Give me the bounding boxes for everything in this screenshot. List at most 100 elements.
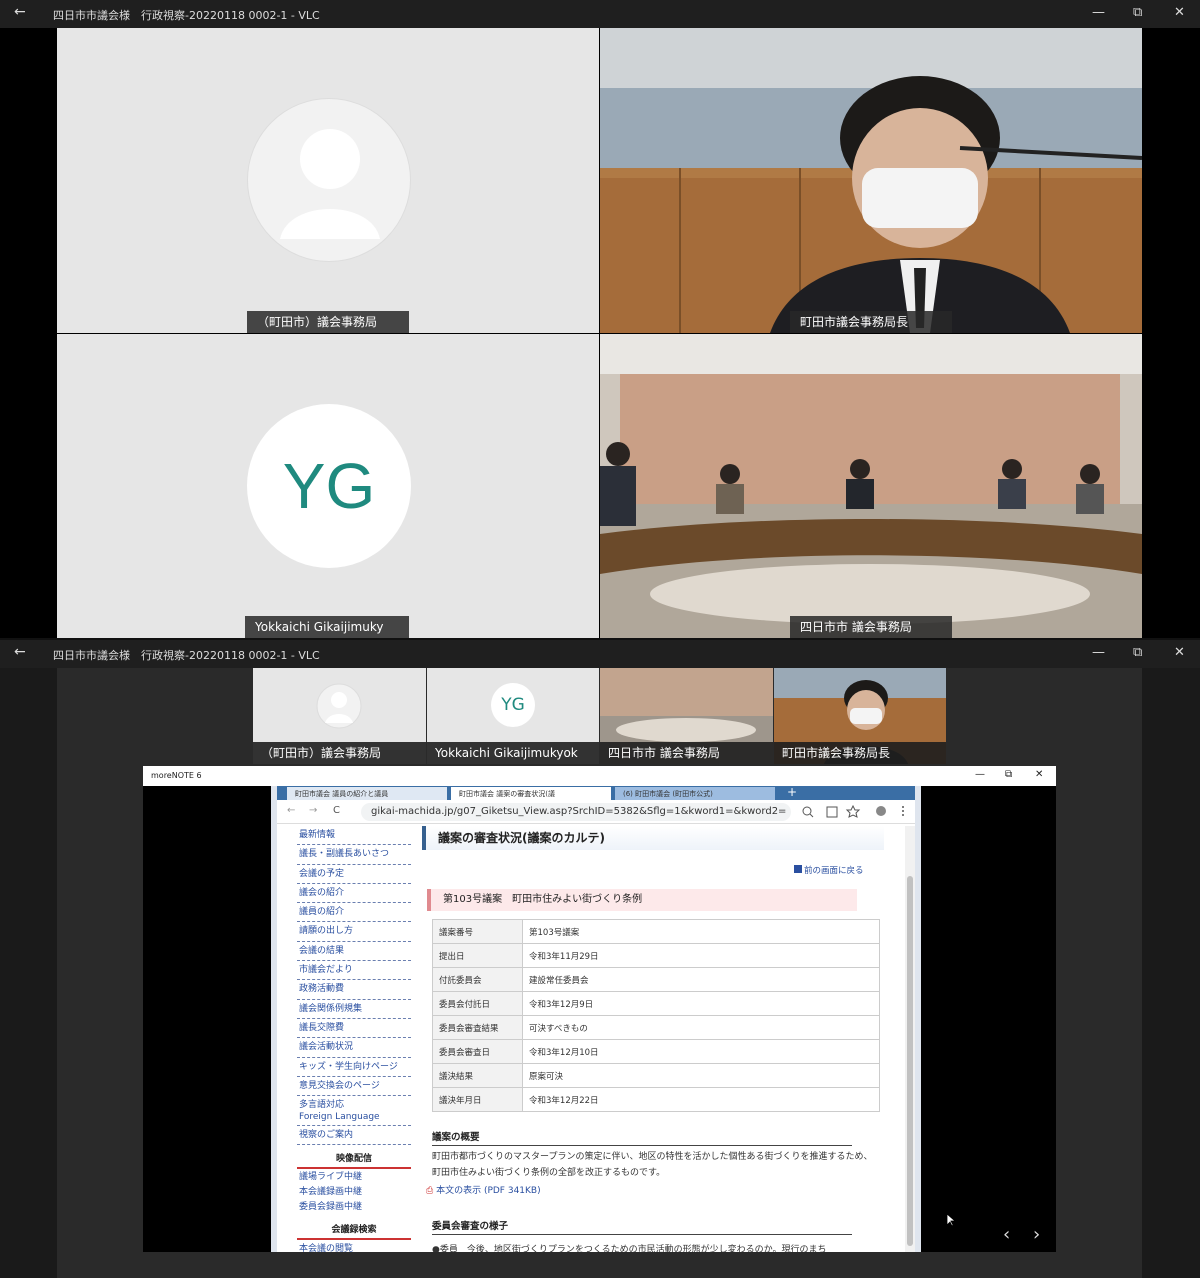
sidebar-item[interactable]: 会議の予定 [297,865,411,884]
back-button[interactable]: ← [287,805,295,816]
forward-button[interactable]: → [309,805,317,816]
browser-window: 町田市議会 議員の紹介と議員 町田市議会 議案の審査状況(議 (6) 町田市議会… [271,786,921,1252]
thumbnail-machida-office[interactable]: （町田市）議会事務局 [253,668,426,764]
sidebar-item[interactable]: 議員の紹介 [297,903,411,923]
pdf-link[interactable]: ⎙ 本文の表示 (PDF 341KB) [426,1183,541,1196]
sidebar-item[interactable]: 請願の出し方 [297,922,411,942]
back-arrow-icon[interactable]: ← [14,644,26,660]
back-link[interactable]: 前の画面に戻る [794,864,864,876]
thumbnail-yokkaichi-account[interactable]: YG Yokkaichi Gikaijimukyok [427,668,599,764]
maximize-button[interactable]: ⧉ [1133,645,1142,660]
minimize-button[interactable]: — [1092,645,1105,660]
title-bar-bottom: ← 四日市市議会様 行政視察-20220118 0002-1 - VLC — ⧉… [0,640,1200,668]
sidebar-item[interactable]: 視察のご案内 [297,1126,411,1146]
title-bar-top: ← 四日市市議会様 行政視察-20220118 0002-1 - VLC — ⧉… [0,0,1200,28]
sidebar-item-label: 多言語対応 [299,1100,345,1111]
thumbnail-yokkaichi-office[interactable]: 四日市市 議会事務局 [600,668,773,764]
pdf-link-label: 本文の表示 (PDF 341KB) [436,1186,541,1196]
browser-tab-active[interactable]: 町田市議会 議案の審査状況(議 [451,787,611,800]
scrollbar[interactable] [905,826,915,1252]
close-button[interactable]: ✕ [1035,769,1043,780]
sidebar-item[interactable]: 政務活動費 [297,980,411,1000]
participant-tile-yokkaichi-account: YG Yokkaichi Gikaijimuky [57,334,599,638]
pdf-icon: ⎙ [426,1186,434,1196]
table-row: 委員会審査結果 可決すべきもの [432,1015,880,1040]
sidebar-item-label: Foreign Language [299,1112,380,1123]
scrollbar-thumb[interactable] [907,876,913,1246]
maximize-button[interactable]: ⧉ [1005,769,1012,780]
video-feed [600,334,1142,638]
sidebar-item[interactable]: 最新情報 [297,826,411,846]
minimize-button[interactable]: — [1092,5,1105,20]
minimize-button[interactable]: — [975,769,985,780]
tab-strip: 町田市議会 議員の紹介と議員 町田市議会 議案の審査状況(議 (6) 町田市議会… [277,786,915,800]
sidebar-item[interactable]: 委員会録画中継 [297,1199,411,1214]
prev-page-button[interactable]: ‹ [1003,1224,1010,1245]
participant-tile-yokkaichi-office: 四日市市 議会事務局 [600,334,1142,638]
browser-tab[interactable]: 町田市議会 議員の紹介と議員 [287,787,447,800]
table-row: 委員会付託日 令和3年12月9日 [432,991,880,1016]
close-button[interactable]: ✕ [1174,5,1185,20]
mouse-cursor-icon [946,1213,956,1227]
sidebar-item[interactable]: 議場ライブ中継 [297,1169,411,1184]
initials-avatar: YG [491,683,535,727]
maximize-button[interactable]: ⧉ [1133,5,1142,20]
sidebar-item[interactable]: 議会の紹介 [297,884,411,904]
sidebar-item-foreign-language[interactable]: 多言語対応 Foreign Language [297,1096,411,1127]
thumbnail-name: 町田市議会事務局長 [774,742,946,764]
participant-tile-machida-chief: 町田市議会事務局長 [600,28,1142,333]
next-page-button[interactable]: › [1033,1224,1040,1245]
table-row: 付託委員会 建設常任委員会 [432,967,880,992]
table-row: 提出日 令和3年11月29日 [432,943,880,968]
participant-name: （町田市）議会事務局 [247,311,409,333]
url-field[interactable]: gikai-machida.jp/g07_Giketsu_View.asp?Sr… [361,803,791,821]
thumbnail-machida-chief[interactable]: 町田市議会事務局長 [774,668,946,764]
address-bar-row: ← → C gikai-machida.jp/g07_Giketsu_View.… [277,800,915,824]
bottom-strip [57,1252,1142,1278]
morenote-title-bar: moreNOTE 6 — ⧉ ✕ [143,766,1056,786]
participant-name: Yokkaichi Gikaijimuky [245,616,409,638]
bill-title: 第103号議案 町田市住みよい街づくり条例 [427,889,857,911]
screen-share: moreNOTE 6 — ⧉ ✕ 町田市議会 議員の紹介と議員 町田市議会 議案… [143,766,1056,1252]
avatar-initials: YG [501,695,525,715]
vlc-window-top: ← 四日市市議会様 行政視察-20220118 0002-1 - VLC — ⧉… [0,0,1200,638]
window-title: 四日市市議会様 行政視察-20220118 0002-1 - VLC [53,649,320,662]
default-avatar [247,98,411,262]
reload-button[interactable]: C [333,805,340,816]
sidebar-heading: 会議録検索 [297,1220,411,1241]
new-tab-button[interactable]: + [787,786,797,799]
sidebar-item[interactable]: 意見交換会のページ [297,1077,411,1097]
sidebar-item[interactable]: 議長交際費 [297,1019,411,1039]
table-row: 議決年月日 令和3年12月22日 [432,1087,880,1112]
bill-info-table: 議案番号 第103号議案 提出日 令和3年11月29日 付託委員会 建設常任委員会 委… [432,919,880,1112]
sidebar-item[interactable]: 議会関係例規集 [297,1000,411,1019]
sidebar-item[interactable]: 会議の結果 [297,942,411,962]
sidebar-item[interactable]: 議会活動状況 [297,1038,411,1058]
sidebar-item[interactable]: 本会議録画中継 [297,1184,411,1199]
sidebar-item[interactable]: キッズ・学生向けページ [297,1058,411,1077]
back-link-label: 前の画面に戻る [804,866,864,876]
sidebar-item[interactable]: 本会議の閲覧 [297,1240,411,1252]
committee-text: ●委員 今後、地区街づくりプランをつくるための市民活動の形態が少し変わるのか。現… [432,1245,827,1252]
page-title: 議案の審査状況(議案のカルテ) [422,826,884,850]
initials-avatar: YG [247,404,411,568]
app-title: moreNOTE 6 [151,771,202,780]
section-heading-summary: 議案の概要 [432,1129,852,1146]
thumbnail-name: 四日市市 議会事務局 [600,742,773,764]
toolbar-icons [802,805,904,818]
table-row: 議案番号 第103号議案 [432,919,880,944]
sidebar-item[interactable]: 市議会だより [297,961,411,981]
sidebar-heading: 映像配信 [297,1149,411,1170]
close-button[interactable]: ✕ [1174,645,1185,660]
browser-tab[interactable]: (6) 町田市議会 (町田市公式) [615,787,775,800]
table-row: 議決結果 原案可決 [432,1063,880,1088]
thumbnail-name: Yokkaichi Gikaijimukyok [427,742,599,764]
sidebar-menu: 最新情報 議長・副議長あいさつ 会議の予定 議会の紹介 議員の紹介 請願の出し方… [297,826,411,1252]
sidebar-item[interactable]: 議長・副議長あいさつ [297,845,411,865]
table-row: 委員会審査日 令和3年12月10日 [432,1039,880,1064]
person-silhouette-icon [316,683,362,729]
back-square-icon [794,865,802,873]
window-title: 四日市市議会様 行政視察-20220118 0002-1 - VLC [53,9,320,22]
back-arrow-icon[interactable]: ← [14,4,26,20]
avatar-initials: YG [282,450,376,522]
